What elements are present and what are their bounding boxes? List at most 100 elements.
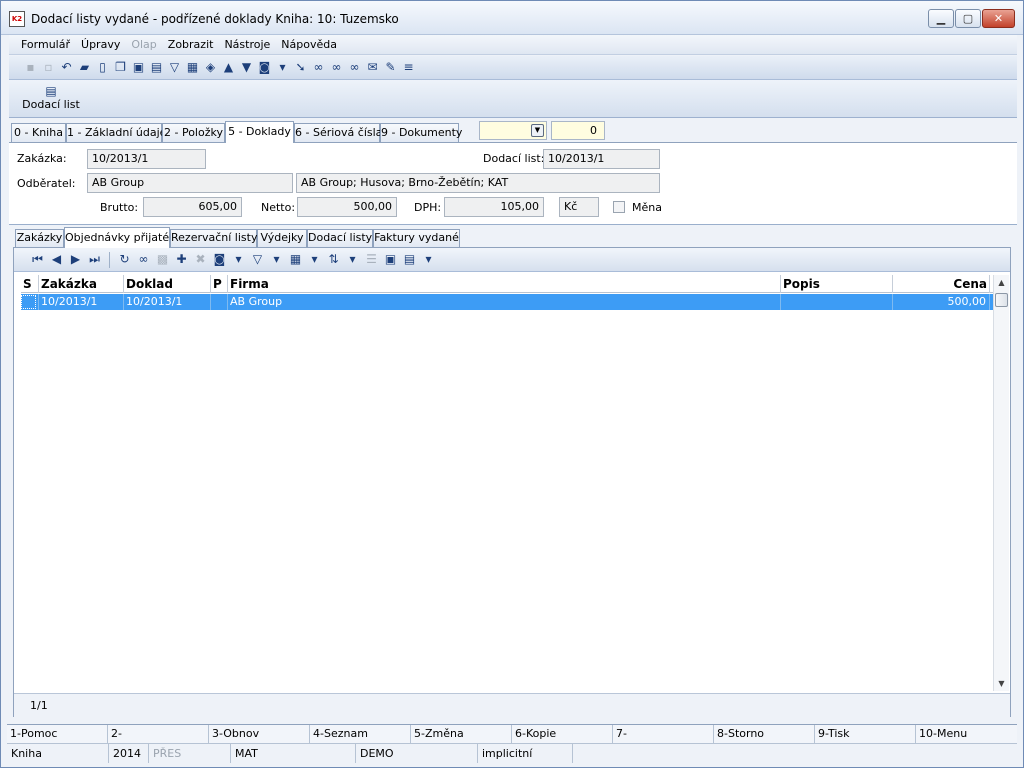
- fkey-5-zmena[interactable]: 5-Změna: [411, 725, 512, 743]
- menu-nastroje[interactable]: Nástroje: [224, 38, 270, 51]
- camera-icon[interactable]: ◙: [257, 60, 272, 75]
- menu-formular[interactable]: Formulář: [21, 38, 70, 51]
- fkey-10-menu[interactable]: 10-Menu: [916, 725, 1017, 743]
- stack-icon[interactable]: ◈: [203, 60, 218, 75]
- fkey-2[interactable]: 2-: [108, 725, 209, 743]
- column-header-s[interactable]: S: [21, 275, 39, 293]
- arrow-up-icon[interactable]: ▲: [221, 60, 236, 75]
- subtab-objednavky-prijate[interactable]: Objednávky přijaté: [64, 227, 170, 248]
- menu-napoveda[interactable]: Nápověda: [281, 38, 337, 51]
- dropdown-icon[interactable]: ▾: [345, 252, 360, 267]
- binoculars-icon[interactable]: ∞: [311, 60, 326, 75]
- menu-zobrazit[interactable]: Zobrazit: [168, 38, 214, 51]
- refresh-icon[interactable]: ↻: [117, 252, 132, 267]
- zakazka-field[interactable]: 10/2013/1: [87, 149, 206, 169]
- subtab-rezervacni-listy[interactable]: Rezervační listy: [170, 229, 257, 247]
- chevron-down-icon[interactable]: ▼: [531, 124, 544, 137]
- dropdown-icon[interactable]: ▾: [421, 252, 436, 267]
- cell-popis[interactable]: [781, 294, 893, 310]
- menu-olap[interactable]: Olap: [131, 38, 156, 51]
- lock-icon[interactable]: ▣: [131, 60, 146, 75]
- binoculars-next-icon[interactable]: ∞: [329, 60, 344, 75]
- cell-s[interactable]: [21, 294, 39, 310]
- column-header-firma[interactable]: Firma: [228, 275, 781, 293]
- last-record-icon[interactable]: ⏭: [87, 252, 102, 267]
- binoculars-back-icon[interactable]: ∞: [347, 60, 362, 75]
- filter-document-icon[interactable]: ▦: [185, 60, 200, 75]
- undo-icon[interactable]: ↶: [59, 60, 74, 75]
- new-document-icon[interactable]: ▯: [95, 60, 110, 75]
- open-folder-icon[interactable]: ▰: [77, 60, 92, 75]
- tab-zakladni-udaje[interactable]: 1 - Základní údaje: [66, 123, 166, 142]
- odberatel-address-field[interactable]: AB Group; Husova; Brno-Žebětín; KAT: [296, 173, 660, 193]
- book-icon[interactable]: ▤: [149, 60, 164, 75]
- edit-note-icon[interactable]: ✎: [383, 60, 398, 75]
- columns-icon[interactable]: ▦: [288, 252, 303, 267]
- forward-icon[interactable]: ➘: [293, 60, 308, 75]
- dph-field[interactable]: 105,00: [444, 197, 544, 217]
- netto-field[interactable]: 500,00: [297, 197, 397, 217]
- tab-dokumenty[interactable]: 9 - Dokumenty: [380, 123, 462, 142]
- vertical-scrollbar[interactable]: ▲ ▼: [993, 275, 1009, 691]
- save-icon[interactable]: ▪: [23, 60, 38, 75]
- scroll-up-icon[interactable]: ▲: [994, 275, 1009, 290]
- fkey-3-obnov[interactable]: 3-Obnov: [209, 725, 310, 743]
- subtab-dodaci-listy[interactable]: Dodací listy: [307, 229, 373, 247]
- subtab-zakazky[interactable]: Zakázky: [15, 229, 64, 247]
- copy-document-icon[interactable]: ❐: [113, 60, 128, 75]
- mail-icon[interactable]: ✉: [365, 60, 380, 75]
- binoculars-icon[interactable]: ∞: [136, 252, 151, 267]
- arrow-down-icon[interactable]: ▼: [239, 60, 254, 75]
- column-header-cena[interactable]: Cena: [893, 275, 990, 293]
- mena-checkbox[interactable]: [613, 201, 625, 213]
- column-header-doklad[interactable]: Doklad: [124, 275, 211, 293]
- odberatel-field[interactable]: AB Group: [87, 173, 293, 193]
- table-row[interactable]: 10/2013/1 10/2013/1 AB Group 500,00: [21, 294, 1002, 310]
- maximize-button[interactable]: ▢: [955, 9, 981, 28]
- tab-kniha[interactable]: 0 - Kniha: [11, 123, 66, 142]
- tree-icon[interactable]: ☰: [364, 252, 379, 267]
- book-combo[interactable]: ▼: [479, 121, 547, 140]
- fkey-8-storno[interactable]: 8-Storno: [714, 725, 815, 743]
- tab-seriova-cisla[interactable]: 6 - Sériová čísla: [294, 123, 382, 142]
- number-field[interactable]: 0: [551, 121, 605, 140]
- filter-icon[interactable]: ▽: [167, 60, 182, 75]
- cell-firma[interactable]: AB Group: [228, 294, 781, 310]
- remove-record-icon[interactable]: ✖: [193, 252, 208, 267]
- first-record-icon[interactable]: ⏮: [30, 252, 45, 267]
- brutto-field[interactable]: 605,00: [143, 197, 242, 217]
- dropdown-icon[interactable]: ▾: [307, 252, 322, 267]
- column-header-popis[interactable]: Popis: [781, 275, 893, 293]
- column-header-p[interactable]: P: [211, 275, 228, 293]
- dropdown-icon[interactable]: ▾: [275, 60, 290, 75]
- tab-polozky[interactable]: 2 - Položky: [162, 123, 225, 142]
- cell-p[interactable]: [211, 294, 228, 310]
- cell-cena[interactable]: 500,00: [893, 294, 990, 310]
- close-button[interactable]: ✕: [982, 9, 1015, 28]
- fkey-7[interactable]: 7-: [613, 725, 714, 743]
- fkey-1-pomoc[interactable]: 1-Pomoc: [7, 725, 108, 743]
- dropdown-icon[interactable]: ▾: [231, 252, 246, 267]
- menu-upravy[interactable]: Úpravy: [81, 38, 120, 51]
- fkey-9-tisk[interactable]: 9-Tisk: [815, 725, 916, 743]
- camera-icon[interactable]: ◙: [212, 252, 227, 267]
- print-icon[interactable]: ▩: [155, 252, 170, 267]
- dodaci-list-field[interactable]: 10/2013/1: [543, 149, 660, 169]
- dropdown-icon[interactable]: ▾: [269, 252, 284, 267]
- cell-zakazka[interactable]: 10/2013/1: [39, 294, 124, 310]
- sort-icon[interactable]: ⇅: [326, 252, 341, 267]
- next-record-icon[interactable]: ▶: [68, 252, 83, 267]
- currency-field[interactable]: Kč: [559, 197, 599, 217]
- delivery-note-button[interactable]: ▤ Dodací list: [19, 84, 83, 112]
- fkey-6-kopie[interactable]: 6-Kopie: [512, 725, 613, 743]
- menu-lines-icon[interactable]: ≡: [401, 60, 416, 75]
- scroll-down-icon[interactable]: ▼: [994, 676, 1009, 691]
- subtab-vydejky[interactable]: Výdejky: [257, 229, 307, 247]
- subtab-faktury-vydane[interactable]: Faktury vydané: [373, 229, 460, 247]
- filter-icon[interactable]: ▽: [250, 252, 265, 267]
- tab-doklady[interactable]: 5 - Doklady: [225, 121, 294, 143]
- minimize-button[interactable]: ▁: [928, 9, 954, 28]
- add-record-icon[interactable]: ✚: [174, 252, 189, 267]
- cell-doklad[interactable]: 10/2013/1: [124, 294, 211, 310]
- scroll-thumb[interactable]: [995, 293, 1008, 307]
